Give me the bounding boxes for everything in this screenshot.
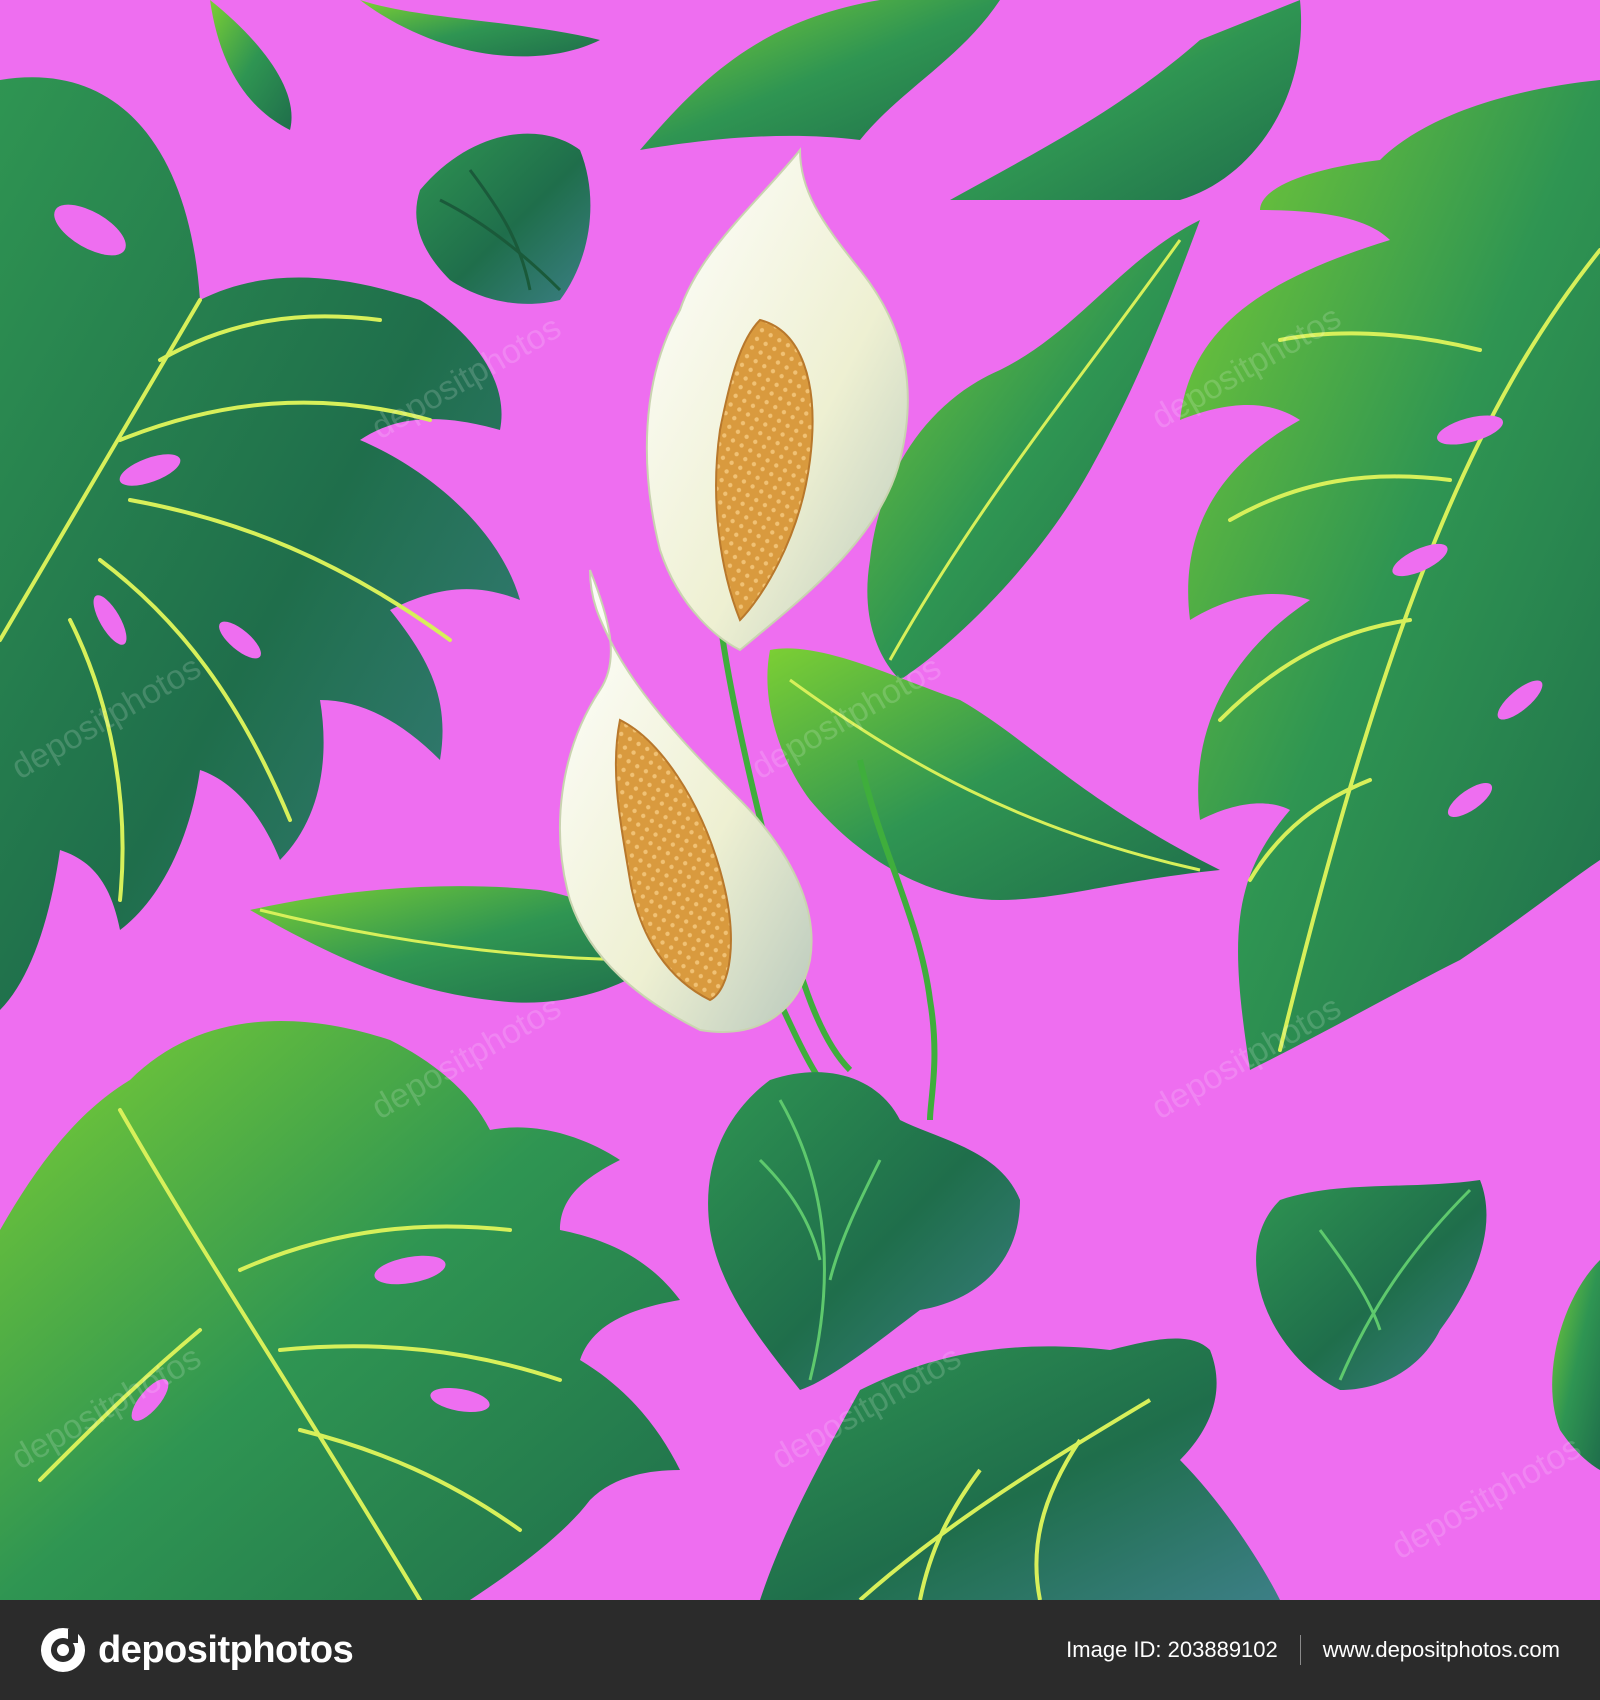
site-link[interactable]: www.depositphotos.com [1323,1637,1560,1663]
brand[interactable]: depositphotos [40,1627,354,1673]
brand-name: depositphotos [98,1628,354,1671]
depositphotos-logo-icon [41,1628,85,1672]
photo-frame: depositphotos depositphotos depositphoto… [0,0,1600,1700]
divider [1299,1635,1301,1665]
image-id: Image ID: 203889102 [1066,1637,1278,1662]
tropical-watercolor-pattern: depositphotos depositphotos depositphoto… [0,0,1600,1600]
stock-footer-bar: depositphotos Image ID: 203889102 www.de… [0,1600,1600,1700]
image-meta: Image ID: 203889102 www.depositphotos.co… [1066,1635,1560,1665]
